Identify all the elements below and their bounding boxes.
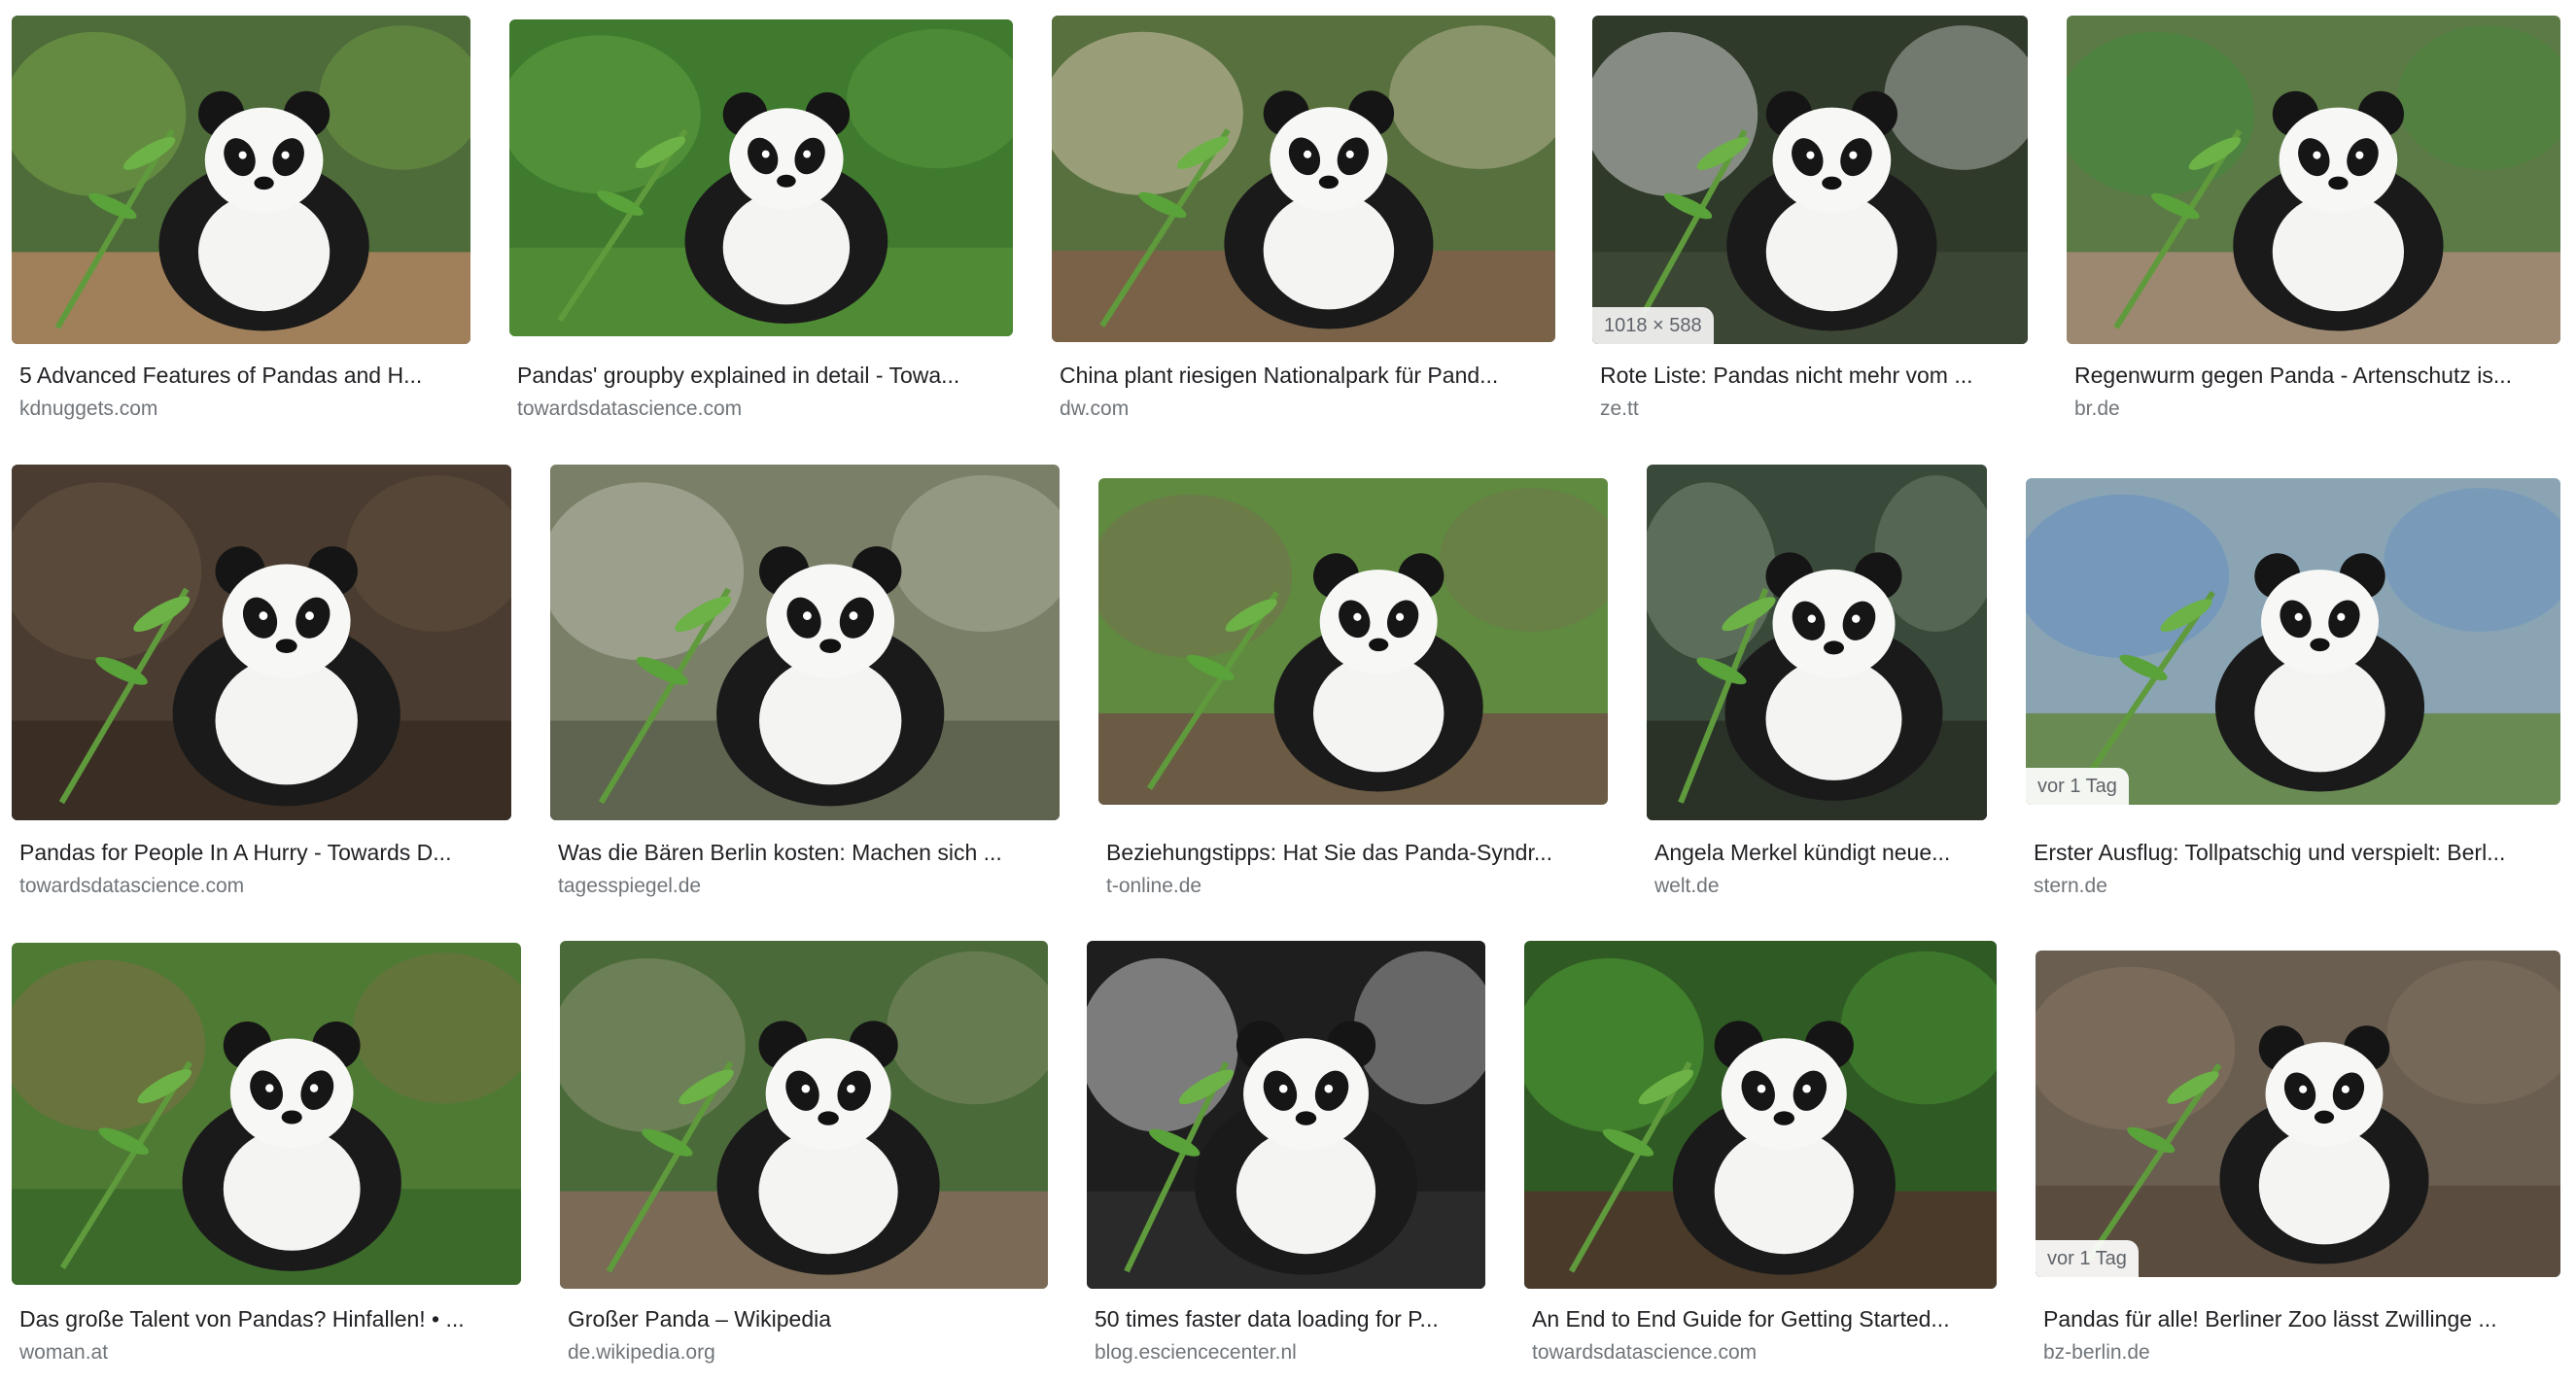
time-badge: vor 1 Tag xyxy=(2026,768,2129,805)
result-card[interactable]: 50 times faster data loading for P... bl… xyxy=(1087,941,1489,1376)
result-card[interactable]: China plant riesigen Nationalpark für Pa… xyxy=(1052,16,1557,433)
result-title[interactable]: China plant riesigen Nationalpark für Pa… xyxy=(1060,361,1553,390)
result-source[interactable]: towardsdatascience.com xyxy=(1532,1340,1997,1366)
keepers-holding-cubs-image[interactable]: vor 1 Tag xyxy=(2026,478,2560,805)
keepers-holding-cubs-image xyxy=(2026,478,2560,805)
result-title[interactable]: Regenwurm gegen Panda - Artenschutz is..… xyxy=(2074,361,2560,390)
result-title[interactable]: Das große Talent von Pandas? Hinfallen! … xyxy=(19,1304,523,1333)
panda-closeup-image xyxy=(1087,941,1485,1289)
panda-with-stick-image xyxy=(550,465,1060,820)
two-pandas-on-platform-image xyxy=(1098,478,1608,805)
result-source[interactable]: towardsdatascience.com xyxy=(517,397,1011,422)
result-source[interactable]: bz-berlin.de xyxy=(2043,1340,2560,1366)
panda-portrait-image xyxy=(1647,465,1987,820)
result-source[interactable]: blog.esciencecenter.nl xyxy=(1095,1340,1485,1366)
panda-with-stick-image[interactable] xyxy=(550,465,1060,820)
panda-with-bamboo-image xyxy=(12,16,470,344)
result-source[interactable]: towardsdatascience.com xyxy=(19,874,513,899)
result-title[interactable]: Rote Liste: Pandas nicht mehr vom ... xyxy=(1600,361,2026,390)
result-card[interactable]: 1018 × 588 Rote Liste: Pandas nicht mehr… xyxy=(1592,16,2030,433)
panda-lying-on-log-image xyxy=(1052,16,1555,342)
result-card[interactable]: vor 1 Tag Pandas für alle! Berliner Zoo … xyxy=(2036,951,2564,1376)
result-card[interactable]: Beziehungstipps: Hat Sie das Panda-Syndr… xyxy=(1098,478,1614,904)
panda-standing-image xyxy=(560,941,1048,1289)
result-title[interactable]: Pandas for People In A Hurry - Towards D… xyxy=(19,838,513,867)
result-source[interactable]: welt.de xyxy=(1654,874,1989,899)
result-source[interactable]: dw.com xyxy=(1060,397,1553,422)
result-card[interactable]: Großer Panda – Wikipedia de.wikipedia.or… xyxy=(560,941,1052,1376)
panda-waving-image[interactable]: 1018 × 588 xyxy=(1592,16,2028,344)
panda-cubs-on-grass-image[interactable] xyxy=(509,19,1013,336)
result-title[interactable]: Angela Merkel kündigt neue... xyxy=(1654,838,1989,867)
result-title[interactable]: Was die Bären Berlin kosten: Machen sich… xyxy=(558,838,1060,867)
result-title[interactable]: Pandas' groupby explained in detail - To… xyxy=(517,361,1011,390)
result-source[interactable]: stern.de xyxy=(2034,874,2560,899)
panda-with-bamboo-image[interactable] xyxy=(12,16,470,344)
result-title[interactable]: 50 times faster data loading for P... xyxy=(1095,1304,1485,1333)
result-title[interactable]: Erster Ausflug: Tollpatschig und verspie… xyxy=(2034,838,2560,867)
result-source[interactable]: de.wikipedia.org xyxy=(568,1340,1048,1366)
panda-cubs-cuddling-image xyxy=(12,465,511,820)
time-badge: vor 1 Tag xyxy=(2036,1240,2139,1277)
panda-eating-leaves-image[interactable] xyxy=(2067,16,2560,344)
result-card[interactable]: Angela Merkel kündigt neue... welt.de xyxy=(1647,465,1993,904)
panda-cubs-cuddling-image[interactable] xyxy=(12,465,511,820)
result-source[interactable]: kdnuggets.com xyxy=(19,397,474,422)
result-card[interactable]: vor 1 Tag Erster Ausflug: Tollpatschig u… xyxy=(2026,478,2564,904)
result-title[interactable]: Großer Panda – Wikipedia xyxy=(568,1304,1048,1333)
two-pandas-on-platform-image[interactable] xyxy=(1098,478,1608,805)
panda-waving-image xyxy=(1592,16,2028,344)
result-card[interactable]: Regenwurm gegen Panda - Artenschutz is..… xyxy=(2067,16,2564,433)
panda-eating-bamboo-image xyxy=(1524,941,1997,1289)
panda-closeup-image[interactable] xyxy=(1087,941,1485,1289)
panda-eating-bamboo-image[interactable] xyxy=(1524,941,1997,1289)
result-title[interactable]: 5 Advanced Features of Pandas and H... xyxy=(19,361,474,390)
result-source[interactable]: t-online.de xyxy=(1106,874,1610,899)
result-card[interactable]: Was die Bären Berlin kosten: Machen sich… xyxy=(550,465,1063,904)
result-card[interactable]: 5 Advanced Features of Pandas and H... k… xyxy=(12,16,478,433)
panda-portrait-image[interactable] xyxy=(1647,465,1987,820)
panda-in-tree-image[interactable] xyxy=(12,943,521,1285)
panda-eating-leaves-image xyxy=(2067,16,2560,344)
panda-standing-image[interactable] xyxy=(560,941,1048,1289)
result-title[interactable]: Pandas für alle! Berliner Zoo lässt Zwil… xyxy=(2043,1304,2560,1333)
result-source[interactable]: br.de xyxy=(2074,397,2560,422)
result-source[interactable]: tagesspiegel.de xyxy=(558,874,1060,899)
result-title[interactable]: Beziehungstipps: Hat Sie das Panda-Syndr… xyxy=(1106,838,1610,867)
image-dimensions-badge: 1018 × 588 xyxy=(1592,307,1714,344)
panda-in-tree-image xyxy=(12,943,521,1285)
twin-pandas-image xyxy=(2036,951,2560,1277)
result-card[interactable]: Das große Talent von Pandas? Hinfallen! … xyxy=(12,943,527,1376)
result-source[interactable]: ze.tt xyxy=(1600,397,2026,422)
twin-pandas-image[interactable]: vor 1 Tag xyxy=(2036,951,2560,1277)
result-source[interactable]: woman.at xyxy=(19,1340,523,1366)
panda-lying-on-log-image[interactable] xyxy=(1052,16,1555,342)
result-title[interactable]: An End to End Guide for Getting Started.… xyxy=(1532,1304,1997,1333)
result-card[interactable]: Pandas for People In A Hurry - Towards D… xyxy=(12,465,517,904)
result-card[interactable]: An End to End Guide for Getting Started.… xyxy=(1524,941,2001,1376)
panda-cubs-on-grass-image xyxy=(509,19,1013,336)
result-card[interactable]: Pandas' groupby explained in detail - To… xyxy=(509,19,1015,433)
